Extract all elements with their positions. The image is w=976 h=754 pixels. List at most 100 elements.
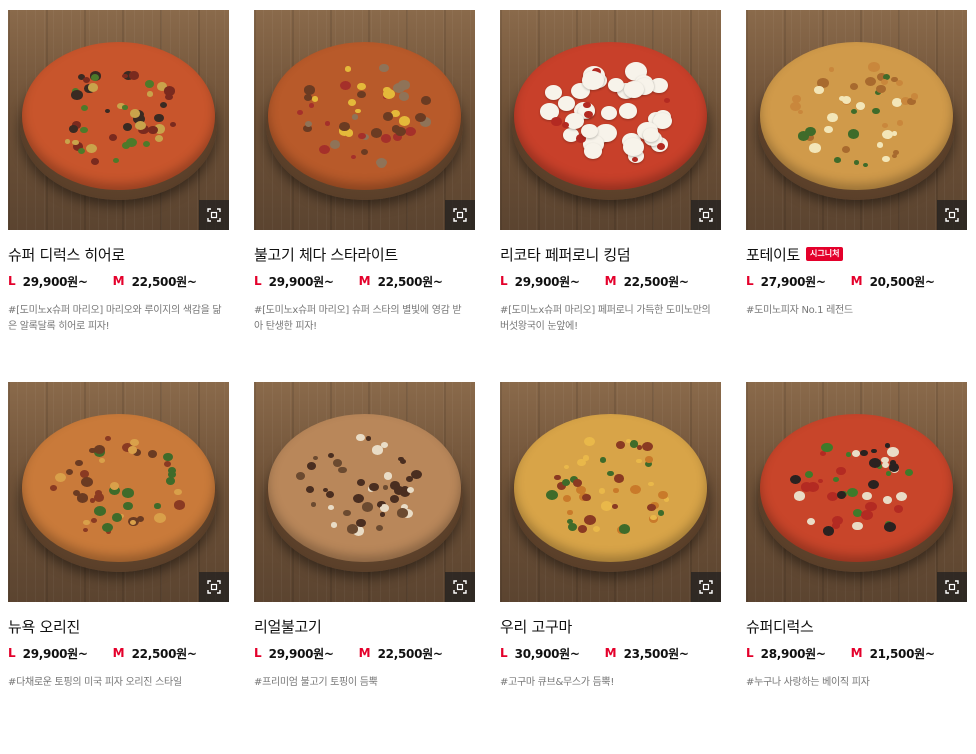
zoom-button[interactable]: [937, 200, 967, 230]
topping: [153, 513, 166, 524]
price-large: 29,900원~: [268, 646, 334, 661]
topping: [154, 503, 161, 509]
zoom-button[interactable]: [199, 200, 229, 230]
product-card[interactable]: 슈퍼 디럭스 히어로 L 29,900원~ M 22,500원~ #[도미노x슈…: [8, 10, 229, 382]
topping: [383, 472, 393, 480]
zoom-button[interactable]: [691, 572, 721, 602]
topping: [871, 448, 877, 454]
zoom-button[interactable]: [445, 200, 475, 230]
topping: [868, 62, 880, 73]
topping: [872, 108, 880, 115]
zoom-button[interactable]: [445, 572, 475, 602]
product-card[interactable]: 뉴욕 오리진 L 29,900원~ M 22,500원~ #다채로운 토핑의 미…: [8, 382, 229, 754]
topping: [93, 445, 105, 455]
product-image[interactable]: [8, 382, 229, 602]
product-card[interactable]: 우리 고구마 L 30,900원~ M 23,500원~ #고구마 큐브&무스가…: [500, 382, 721, 754]
product-image[interactable]: [500, 382, 721, 602]
product-card[interactable]: 리얼불고기 L 29,900원~ M 22,500원~ #프리미엄 불고기 토핑…: [254, 382, 475, 754]
product-name[interactable]: 포테이토: [746, 244, 800, 265]
topping: [339, 80, 351, 90]
topping: [128, 70, 140, 80]
topping: [832, 477, 839, 483]
product-name-row: 우리 고구마: [500, 616, 721, 636]
product-name-row: 불고기 체다 스타라이트: [254, 244, 475, 264]
zoom-frame-icon: [945, 580, 959, 594]
product-name[interactable]: 뉴욕 오리진: [8, 616, 80, 637]
product-card[interactable]: 슈퍼디럭스 L 28,900원~ M 21,500원~ #누구나 사랑하는 베이…: [746, 382, 967, 754]
topping: [861, 491, 872, 501]
topping: [390, 494, 400, 503]
topping: [420, 96, 432, 106]
topping: [395, 126, 406, 136]
topping: [850, 109, 857, 115]
zoom-button[interactable]: [691, 200, 721, 230]
product-grid: 슈퍼 디럭스 히어로 L 29,900원~ M 22,500원~ #[도미노x슈…: [8, 10, 967, 754]
product-name[interactable]: 불고기 체다 스타라이트: [254, 244, 398, 265]
product-image[interactable]: [746, 382, 967, 602]
topping: [50, 484, 57, 491]
topping: [398, 80, 410, 91]
product-name[interactable]: 리얼불고기: [254, 616, 322, 637]
topping: [841, 145, 851, 153]
product-image[interactable]: [254, 382, 475, 602]
size-label-l: L: [8, 274, 16, 288]
topping: [90, 517, 97, 523]
topping: [852, 521, 863, 531]
topping: [110, 481, 120, 490]
topping: [95, 489, 103, 496]
product-image[interactable]: [746, 10, 967, 230]
topping: [657, 142, 666, 150]
product-name[interactable]: 슈퍼 디럭스 히어로: [8, 244, 125, 265]
pizza-image: [514, 42, 707, 190]
product-image[interactable]: [254, 10, 475, 230]
topping: [355, 433, 365, 441]
topping: [303, 85, 316, 96]
topping: [891, 131, 898, 136]
product-name[interactable]: 슈퍼디럭스: [746, 616, 814, 637]
topping: [166, 477, 176, 486]
topping: [338, 466, 347, 474]
product-description: #누구나 사랑하는 베이직 피자: [746, 677, 870, 688]
product-name[interactable]: 우리 고구마: [500, 616, 572, 637]
zoom-frame-icon: [453, 580, 467, 594]
topping: [354, 108, 361, 114]
topping: [598, 488, 606, 494]
price-row: L 30,900원~ M 23,500원~: [500, 645, 721, 661]
product-image[interactable]: [500, 10, 721, 230]
topping: [355, 518, 366, 528]
topping: [365, 436, 372, 442]
topping: [327, 453, 334, 459]
zoom-button[interactable]: [199, 572, 229, 602]
topping: [583, 142, 603, 159]
topping: [94, 505, 106, 516]
topping: [831, 515, 843, 525]
topping: [583, 436, 596, 447]
product-description: #고구마 큐브&무스가 듬뿍!: [500, 677, 615, 688]
topping: [563, 464, 570, 470]
pizza-image: [760, 414, 953, 562]
topping: [561, 479, 570, 487]
topping: [83, 527, 89, 533]
topping: [399, 116, 411, 126]
topping: [823, 125, 833, 134]
product-card[interactable]: 리코타 페퍼로니 킹덤 L 29,900원~ M 22,500원~ #[도미노x…: [500, 10, 721, 382]
topping: [881, 155, 890, 163]
topping: [792, 95, 801, 103]
pizza-image: [22, 42, 215, 190]
zoom-button[interactable]: [937, 572, 967, 602]
product-card[interactable]: 불고기 체다 스타라이트 L 29,900원~ M 22,500원~ #[도미노…: [254, 10, 475, 382]
topping: [122, 73, 128, 79]
topping: [851, 450, 860, 458]
topping: [77, 148, 85, 155]
product-description: #프리미엄 불고기 토핑이 듬뿍: [254, 677, 378, 688]
size-label-l: L: [746, 646, 754, 660]
topping: [383, 88, 395, 99]
topping: [304, 94, 313, 101]
topping: [88, 83, 99, 92]
price-row: L 29,900원~ M 22,500원~: [254, 273, 475, 289]
product-name[interactable]: 리코타 페퍼로니 킹덤: [500, 244, 631, 265]
topping: [160, 101, 168, 108]
product-card[interactable]: 포테이토 시그니처 L 27,900원~ M 20,500원~ #도미노피자 N…: [746, 10, 967, 382]
size-label-m: M: [604, 646, 617, 660]
product-image[interactable]: [8, 10, 229, 230]
